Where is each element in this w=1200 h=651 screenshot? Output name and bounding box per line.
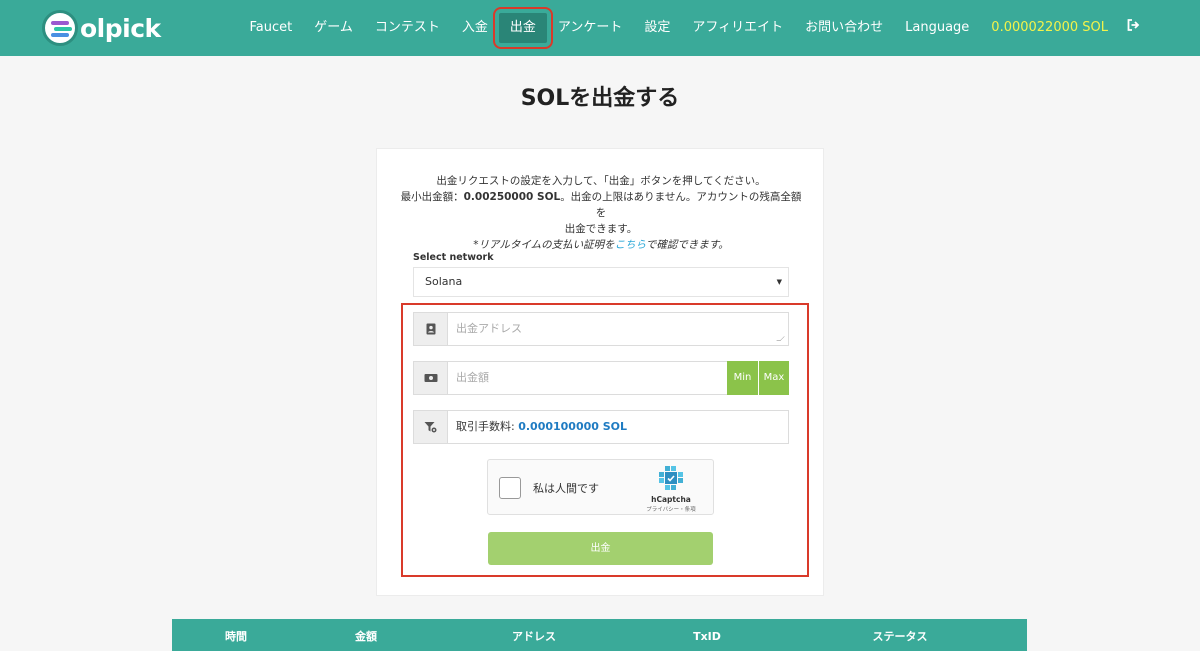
nav-survey[interactable]: アンケート (547, 13, 633, 43)
address-placeholder: 出金アドレス (456, 322, 522, 335)
captcha-label: 私は人間です (533, 482, 599, 495)
instruction-line-4: *リアルタイムの支払い証明をこちらで確認できます。 (473, 239, 729, 251)
withdraw-submit-button[interactable]: 出金 (488, 532, 713, 565)
nav-faucet[interactable]: Faucet (238, 13, 303, 43)
hcaptcha-widget: 私は人間です hCaptcha プライバシー・条項 (487, 459, 714, 515)
network-select[interactable]: Solana ▼ (413, 267, 789, 297)
instruction-line-3: 出金できます。 (564, 223, 638, 235)
column-header-status: ステータス (872, 630, 928, 643)
max-button[interactable]: Max (759, 361, 789, 395)
nav-contact[interactable]: お問い合わせ (794, 13, 894, 43)
column-header-address: アドレス (512, 630, 556, 643)
column-header-txid: TxID (693, 630, 721, 643)
top-navbar: olpick Faucet ゲーム コンテスト 入金 出金 アンケート 設定 ア… (0, 0, 1200, 56)
money-bill-icon (414, 362, 448, 394)
page-title: SOLを出金する (520, 86, 680, 111)
network-label: Select network (413, 252, 494, 263)
resize-grip-icon[interactable] (776, 336, 785, 341)
nav-contest[interactable]: コンテスト (364, 13, 451, 43)
captcha-checkbox[interactable] (499, 477, 521, 499)
balance-display: 0.000022000 SOL (991, 20, 1108, 35)
min-button[interactable]: Min (727, 361, 759, 395)
hcaptcha-brand: hCaptcha (651, 495, 691, 504)
hcaptcha-logo: hCaptcha プライバシー・条項 (641, 466, 701, 513)
address-field[interactable]: 出金アドレス (413, 312, 789, 346)
fee-text: 取引手数料: 0.000100000 SOL (456, 411, 627, 443)
withdraw-instructions: 出金リクエストの設定を入力して、「出金」ボタンを押してください。 最小出金額：0… (397, 173, 805, 253)
main-nav: Faucet ゲーム コンテスト 入金 出金 アンケート 設定 アフィリエイト … (238, 0, 1148, 56)
fee-funnel-icon (414, 411, 448, 443)
nav-affiliate[interactable]: アフィリエイト (681, 13, 794, 43)
nav-games[interactable]: ゲーム (303, 13, 364, 43)
hcaptcha-icon (659, 466, 683, 490)
network-selected-value: Solana (425, 275, 463, 288)
instruction-line-2: 最小出金額：0.00250000 SOL。出金の上限はありません。アカウントの残… (400, 191, 802, 219)
min-withdraw-amount: 0.00250000 SOL (463, 191, 561, 203)
solpick-logo[interactable]: olpick (42, 9, 161, 47)
proof-of-payment-link[interactable]: こちら (615, 239, 646, 251)
sign-out-icon[interactable] (1119, 13, 1148, 43)
nav-deposit[interactable]: 入金 (451, 13, 499, 43)
fee-field: 取引手数料: 0.000100000 SOL (413, 410, 789, 444)
logo-text: olpick (80, 13, 161, 43)
nav-settings[interactable]: 設定 (633, 13, 681, 43)
hcaptcha-terms-link[interactable]: プライバシー・条項 (641, 505, 701, 513)
amount-field[interactable]: 出金額 Min Max (413, 361, 789, 395)
column-header-time: 時間 (225, 630, 247, 643)
instruction-line-1: 出金リクエストの設定を入力して、「出金」ボタンを押してください。 (436, 175, 766, 187)
solana-logo-icon (42, 10, 78, 46)
nav-language[interactable]: Language (894, 13, 980, 43)
withdraw-card: 出金リクエストの設定を入力して、「出金」ボタンを押してください。 最小出金額：0… (376, 148, 824, 596)
column-header-amount: 金額 (355, 630, 377, 643)
address-book-icon (414, 313, 448, 345)
fee-value: 0.000100000 SOL (518, 420, 628, 433)
nav-withdraw[interactable]: 出金 (492, 7, 553, 49)
caret-down-icon: ▼ (776, 278, 782, 286)
fee-label: 取引手数料: (456, 420, 519, 433)
withdraw-history-table-header: 時間 金額 アドレス TxID ステータス (172, 619, 1027, 651)
amount-placeholder: 出金額 (456, 371, 489, 384)
